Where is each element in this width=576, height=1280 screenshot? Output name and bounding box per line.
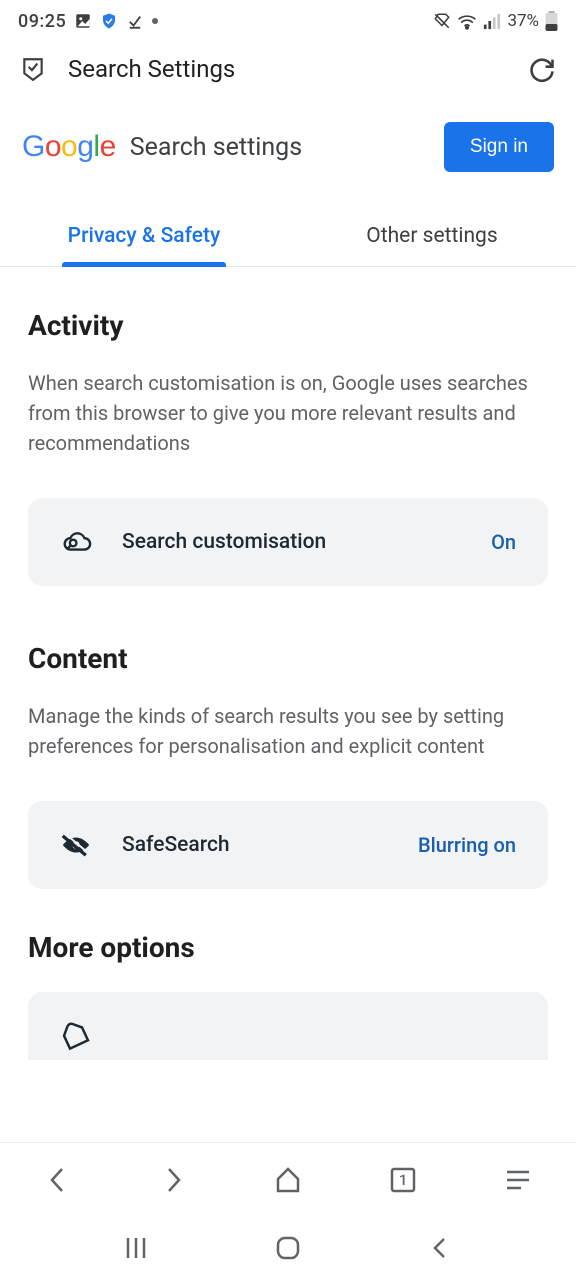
more-options-card[interactable]	[28, 992, 548, 1060]
section-content: Content Manage the kinds of search resul…	[28, 642, 548, 889]
browser-back-button[interactable]	[41, 1163, 75, 1197]
activity-desc: When search customisation is on, Google …	[28, 368, 548, 458]
tag-icon	[60, 1022, 92, 1054]
activity-title: Activity	[28, 309, 548, 342]
more-options-title: More options	[28, 931, 548, 964]
main-content: Activity When search customisation is on…	[0, 267, 576, 1142]
content-desc: Manage the kinds of search results you s…	[28, 701, 548, 761]
search-customisation-label: Search customisation	[122, 530, 461, 554]
browser-forward-button[interactable]	[156, 1163, 190, 1197]
browser-menu-button[interactable]	[501, 1163, 535, 1197]
google-logo: Google	[22, 130, 116, 164]
search-customisation-status: On	[491, 530, 516, 554]
page-header: Google Search settings Sign in	[0, 96, 576, 178]
safesearch-label: SafeSearch	[122, 833, 388, 857]
shield-check-icon	[100, 12, 118, 30]
system-back-button[interactable]	[423, 1231, 457, 1265]
page-title: Search settings	[130, 133, 430, 162]
eye-off-icon	[60, 831, 92, 859]
battery-icon	[545, 11, 558, 31]
content-title: Content	[28, 642, 548, 675]
cloud-search-icon	[60, 528, 92, 556]
download-done-icon	[126, 12, 144, 30]
tab-other-settings[interactable]: Other settings	[288, 208, 576, 266]
tabs: Privacy & Safety Other settings	[0, 208, 576, 267]
status-time: 09:25	[18, 11, 66, 32]
system-home-button[interactable]	[271, 1231, 305, 1265]
image-icon	[74, 12, 92, 30]
tab-privacy-safety[interactable]: Privacy & Safety	[0, 208, 288, 266]
dot-icon	[152, 18, 158, 24]
section-activity: Activity When search customisation is on…	[28, 309, 548, 586]
search-customisation-card[interactable]: Search customisation On	[28, 498, 548, 586]
refresh-icon[interactable]	[528, 55, 556, 83]
system-recents-button[interactable]	[119, 1231, 153, 1265]
status-right: 37%	[433, 11, 558, 31]
safesearch-status: Blurring on	[418, 833, 516, 857]
system-nav-bar	[0, 1216, 576, 1280]
status-bar: 09:25 37%	[0, 0, 576, 42]
app-bar-title: Search Settings	[68, 55, 506, 83]
browser-tabs-button[interactable]: 1	[386, 1163, 420, 1197]
browser-home-button[interactable]	[271, 1163, 305, 1197]
browser-nav-bar: 1	[0, 1142, 576, 1216]
app-bar: Search Settings	[0, 42, 576, 96]
bookmark-shield-icon[interactable]	[20, 56, 46, 82]
vibrate-icon	[433, 12, 451, 30]
safesearch-card[interactable]: SafeSearch Blurring on	[28, 801, 548, 889]
tab-count: 1	[399, 1171, 408, 1189]
wifi-icon	[457, 12, 477, 30]
status-left: 09:25	[18, 11, 158, 32]
sign-in-button[interactable]: Sign in	[444, 122, 554, 172]
battery-percent: 37%	[507, 11, 539, 31]
section-more-options: More options	[28, 931, 548, 1060]
signal-icon	[483, 12, 501, 30]
